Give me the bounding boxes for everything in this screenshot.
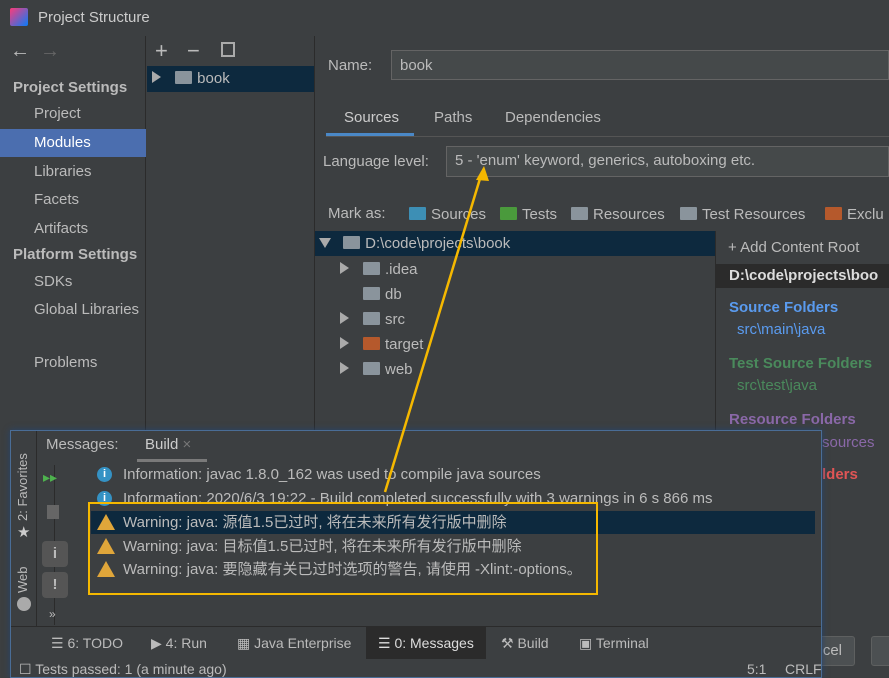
annotation-arrow-head: [476, 166, 489, 181]
annotation-arrow-line: [383, 171, 484, 493]
annotation-arrow: [383, 166, 489, 493]
